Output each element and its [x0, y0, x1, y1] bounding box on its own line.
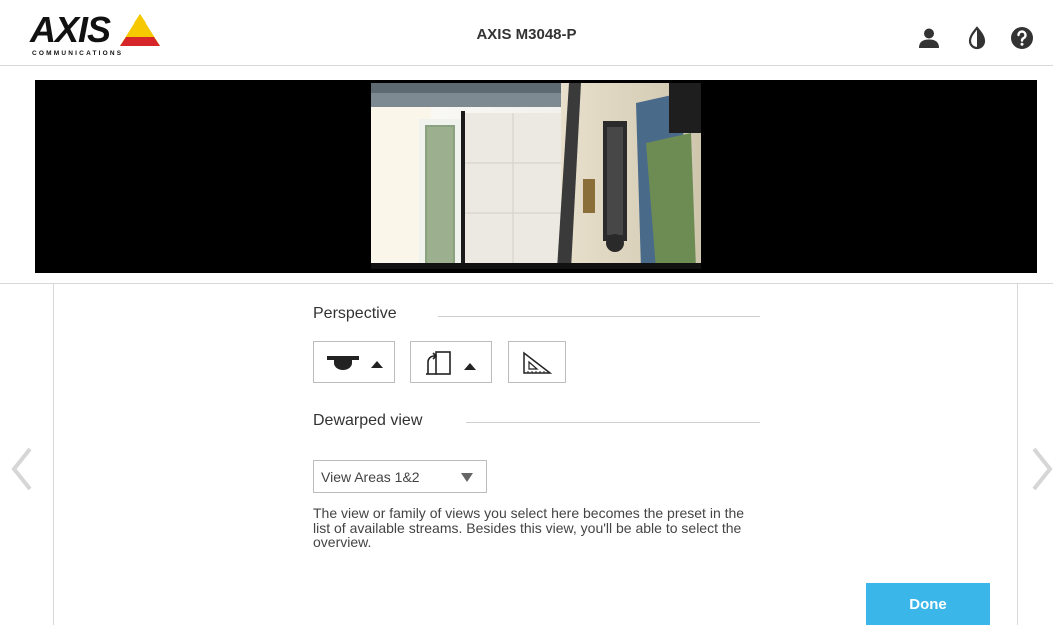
app-header: AXIS COMMUNICATIONS AXIS M3048-P: [0, 0, 1053, 66]
camera-image: [371, 83, 701, 269]
dewarped-view-select-value: View Areas 1&2: [321, 469, 420, 485]
chevron-down-icon: [461, 473, 473, 482]
dewarped-view-rule: [466, 422, 760, 423]
right-rail: [1017, 284, 1018, 625]
logo-subtitle: COMMUNICATIONS: [32, 50, 124, 57]
device-title: AXIS M3048-P: [476, 26, 577, 43]
previous-arrow-icon[interactable]: [10, 446, 34, 492]
section-divider: [0, 283, 1053, 284]
live-video-view[interactable]: [35, 80, 1037, 273]
next-arrow-icon[interactable]: [1030, 446, 1053, 492]
rotate-view-button[interactable]: [410, 341, 492, 383]
dewarped-view-title: Dewarped view: [313, 412, 423, 429]
user-icon[interactable]: [917, 26, 941, 50]
dewarped-view-description: The view or family of views you select h…: [313, 505, 745, 550]
perspective-title: Perspective: [313, 305, 397, 322]
help-icon[interactable]: [1010, 26, 1034, 50]
done-button[interactable]: Done: [866, 583, 990, 625]
dewarped-view-select[interactable]: View Areas 1&2: [313, 460, 487, 493]
contrast-icon[interactable]: [965, 26, 989, 50]
ruler-triangle-icon: [523, 351, 553, 374]
ceiling-mount-icon: [327, 356, 383, 370]
perspective-rule: [438, 316, 760, 317]
ruler-button[interactable]: [508, 341, 566, 383]
left-rail: [53, 284, 54, 625]
ceiling-mount-button[interactable]: [313, 341, 395, 383]
rotate-view-icon: [426, 351, 476, 375]
